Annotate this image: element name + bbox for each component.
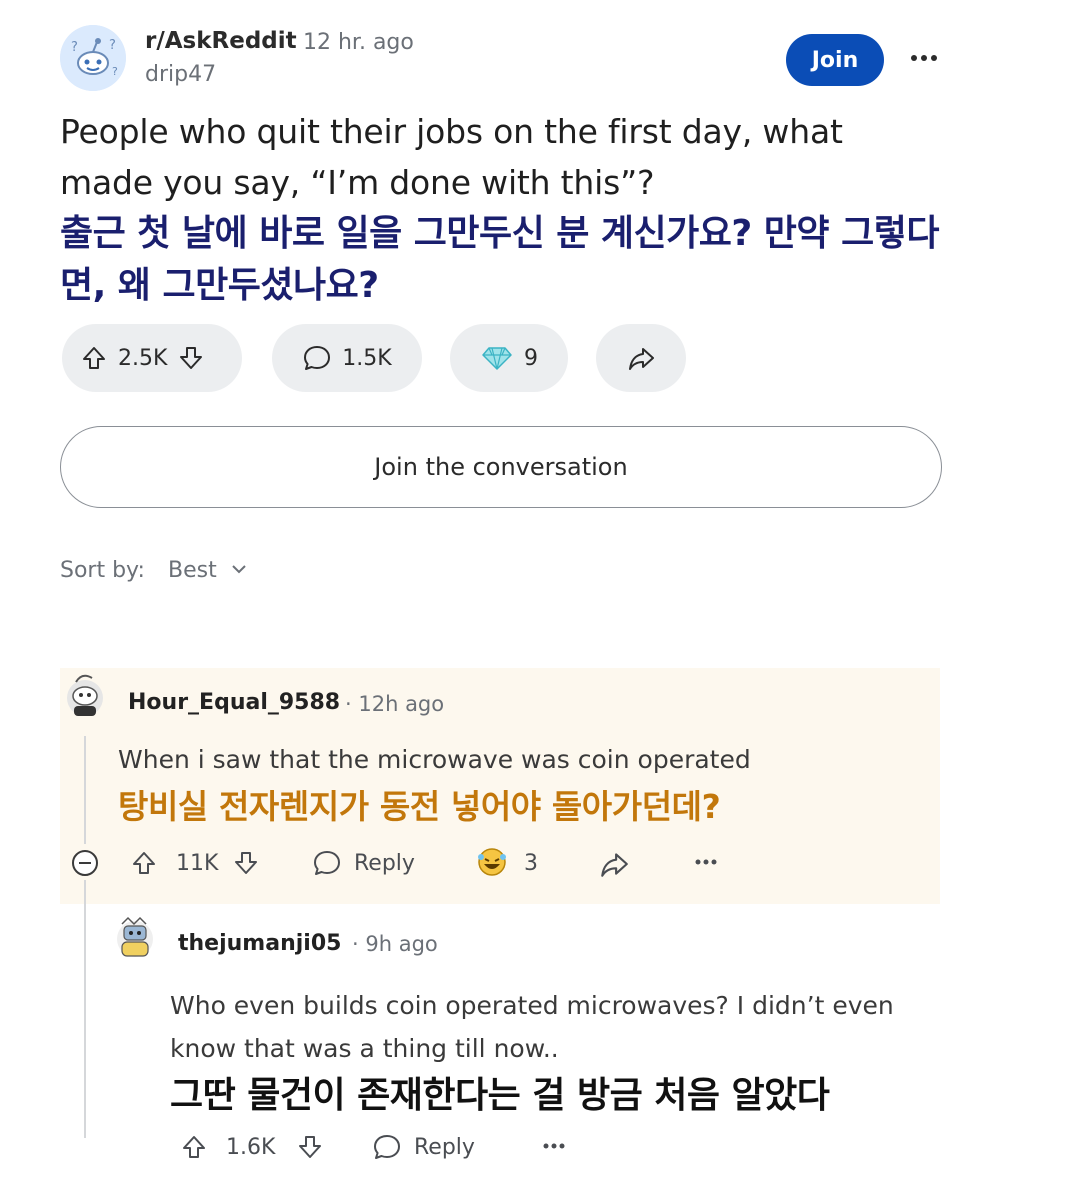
comment-username[interactable]: thejumanji05 — [178, 931, 341, 956]
share-icon — [626, 344, 656, 372]
svg-text:?: ? — [109, 38, 116, 53]
reply-button[interactable]: Reply — [312, 848, 415, 878]
comment-translation: 탕비실 전자렌지가 동전 넣어야 돌아가던데? — [118, 787, 721, 826]
comments-button[interactable]: 1.5K — [272, 324, 422, 392]
comment-body: Who even builds coin operated microwaves… — [170, 991, 894, 1063]
reply-label: Reply — [354, 850, 415, 876]
upvote-icon[interactable] — [180, 1132, 208, 1162]
upvote-icon[interactable] — [130, 848, 158, 878]
diamond-award-icon — [480, 344, 514, 372]
subreddit-avatar[interactable]: ? ? ? — [60, 25, 126, 91]
collapse-thread-icon[interactable] — [70, 848, 100, 878]
commenter-avatar[interactable] — [62, 670, 108, 720]
vote-bar: 2.5K — [62, 324, 242, 392]
comment-award-count: 3 — [524, 851, 538, 876]
subreddit-name[interactable]: r/AskReddit — [145, 28, 297, 54]
post-author[interactable]: drip47 — [145, 62, 216, 87]
upvote-icon[interactable] — [80, 344, 108, 372]
laughing-award-icon[interactable] — [474, 844, 510, 880]
reply-label: Reply — [414, 1134, 475, 1160]
join-button[interactable]: Join — [786, 34, 884, 86]
svg-text:?: ? — [112, 65, 118, 78]
comment-body: When i saw that the microwave was coin o… — [118, 745, 751, 774]
more-icon[interactable] — [540, 1136, 568, 1156]
comment-translation: 그딴 물건이 존재한다는 걸 방금 처음 알았다 — [170, 1075, 830, 1116]
comment-vote-count: 1.6K — [226, 1135, 276, 1160]
post-title: People who quit their jobs on the first … — [60, 112, 843, 202]
comment-time: · 12h ago — [345, 692, 445, 716]
comment-icon — [302, 343, 332, 373]
commenter-avatar[interactable] — [112, 912, 158, 962]
comment-username[interactable]: Hour_Equal_9588 — [128, 690, 340, 715]
share-icon[interactable] — [598, 849, 630, 879]
more-icon[interactable] — [692, 852, 720, 872]
upvote-count: 2.5K — [118, 345, 168, 371]
post-time: 12 hr. ago — [303, 30, 414, 55]
award-button[interactable]: 9 — [450, 324, 568, 392]
more-icon[interactable] — [906, 45, 942, 71]
comment-count: 1.5K — [342, 345, 392, 371]
share-button[interactable] — [596, 324, 686, 392]
chevron-down-icon[interactable] — [230, 562, 248, 576]
downvote-icon[interactable] — [296, 1132, 324, 1162]
comment-icon — [372, 1132, 402, 1162]
downvote-icon[interactable] — [232, 848, 260, 878]
comment-vote-count: 11K — [176, 851, 219, 876]
sort-dropdown[interactable]: Best — [168, 558, 217, 583]
svg-text:?: ? — [71, 40, 78, 55]
downvote-icon[interactable] — [177, 344, 205, 372]
award-count: 9 — [524, 345, 538, 371]
reply-button[interactable]: Reply — [372, 1132, 475, 1162]
comment-time: · 9h ago — [352, 932, 438, 956]
post-title-translation: 출근 첫 날에 바로 일을 그만두신 분 계신가요? 만약 그렇다면, 왜 그만… — [60, 213, 939, 306]
thread-line[interactable] — [84, 736, 86, 844]
sort-label: Sort by: — [60, 558, 145, 583]
comment-icon — [312, 848, 342, 878]
thread-line[interactable] — [84, 880, 86, 1138]
join-conversation-input[interactable]: Join the conversation — [60, 426, 942, 508]
